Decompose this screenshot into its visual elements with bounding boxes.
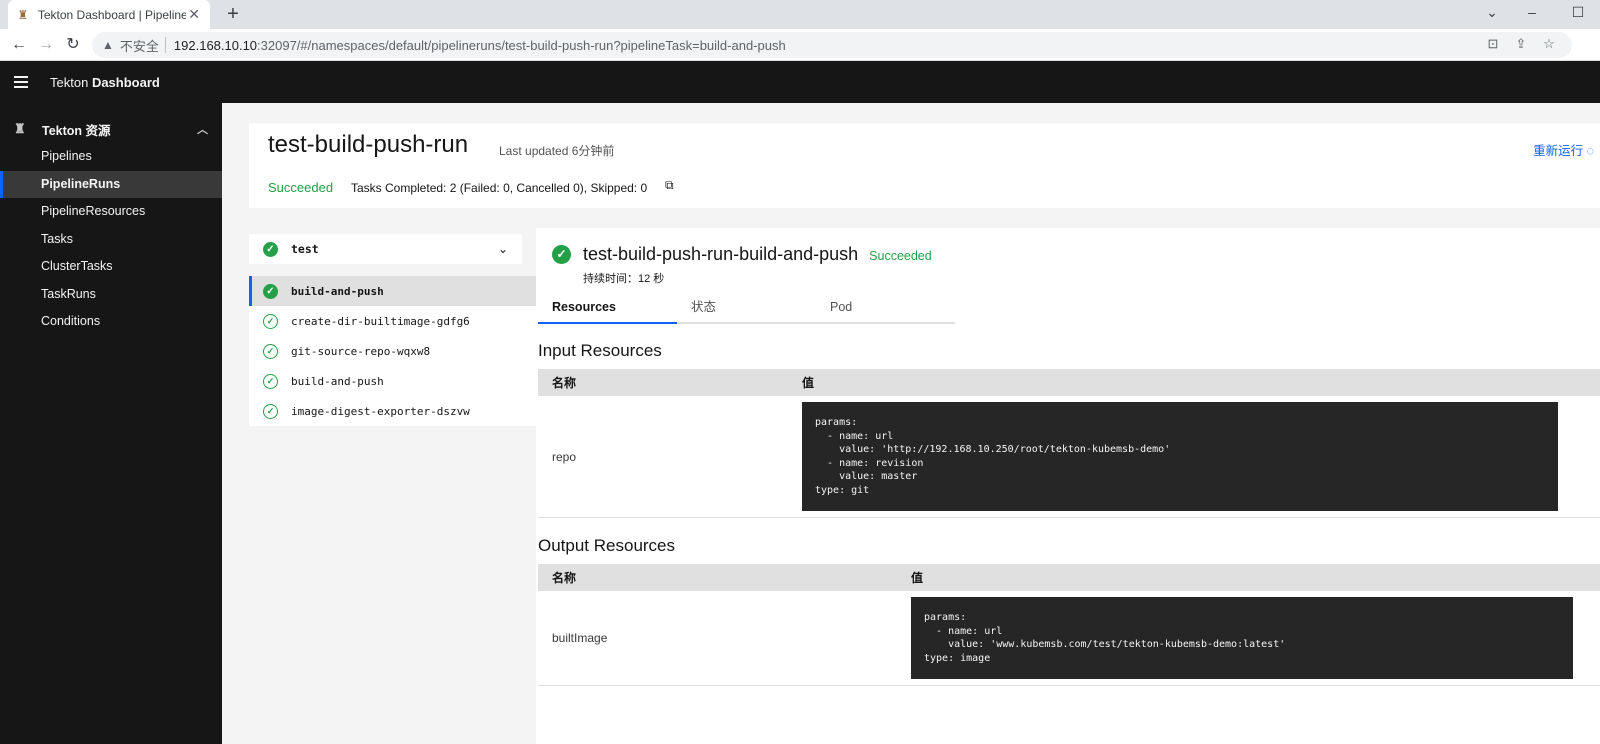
nav-group-label: Tekton 资源	[42, 123, 111, 138]
task-duration: 持续时间：12 秒	[583, 273, 665, 285]
table-row: builtImage params: - name: url value: 'w…	[538, 591, 1600, 686]
sidebar-item-pipelineruns[interactable]: PipelineRuns	[0, 170, 222, 198]
tekton-resources-icon: ♜	[14, 121, 26, 136]
step-item[interactable]: ✓ create-dir-builtimage-gdfg6	[249, 306, 536, 336]
input-resources-title: Input Resources	[538, 341, 662, 360]
task-details-title: test-build-push-run-build-and-push	[583, 244, 859, 264]
security-label[interactable]: 不安全	[120, 36, 159, 55]
resource-yaml: params: - name: url value: 'http://192.1…	[802, 402, 1558, 511]
step-label: build-and-push	[291, 284, 384, 298]
success-icon: ✓	[263, 241, 278, 257]
tab-resources[interactable]: Resources	[538, 294, 677, 324]
bookmark-star-icon[interactable]: ☆	[1540, 36, 1558, 52]
task-details: ✓ test-build-push-run-build-and-push Suc…	[536, 228, 1600, 744]
browser-tab[interactable]: ♜ Tekton Dashboard | PipelineRuns ✕	[8, 0, 210, 29]
last-updated: Last updated 6分钟前	[499, 144, 615, 158]
step-label: create-dir-builtimage-gdfg6	[291, 314, 470, 328]
column-header-name: 名称	[552, 571, 577, 585]
success-outline-icon: ✓	[263, 343, 278, 359]
app-header: Tekton Dashboard	[0, 61, 1600, 103]
sidebar-item-pipelineresources[interactable]: PipelineResources	[0, 198, 222, 226]
sidebar-item-taskruns[interactable]: TaskRuns	[0, 281, 222, 309]
browser-tab-bar: ♜ Tekton Dashboard | PipelineRuns ✕ + ⌄ …	[0, 0, 1600, 29]
tab-search-icon[interactable]: ⌄	[1482, 4, 1502, 21]
url-host: 192.168.10.10	[173, 37, 258, 53]
task-status: Succeeded	[869, 249, 932, 263]
column-header-value: 值	[911, 571, 924, 585]
run-status: Succeeded	[268, 180, 334, 195]
task-tree: ✓ test ⌄ ✓ build-and-push ✓ create-dir-b…	[249, 234, 536, 426]
step-list: ✓ build-and-push ✓ create-dir-builtimage…	[249, 276, 536, 426]
pipelinerun-header: test-build-push-run Last updated 6分钟前 重新…	[249, 123, 1600, 208]
tab-status[interactable]: 状态	[677, 294, 816, 324]
output-resources-table: 名称 值 builtImage params: - name: url valu…	[538, 564, 1600, 686]
step-label: image-digest-exporter-dszvw	[291, 404, 470, 418]
chevron-down-icon[interactable]: ⌄	[498, 242, 508, 256]
tekton-favicon-icon: ♜	[17, 7, 29, 22]
sidebar-item-conditions[interactable]: Conditions	[0, 308, 222, 336]
share-icon[interactable]: ⇪	[1512, 36, 1530, 52]
chevron-up-icon[interactable]: ︿	[197, 121, 208, 137]
success-outline-icon: ✓	[263, 403, 278, 419]
side-nav: ♜ Tekton 资源 ︿ Pipelines PipelineRuns Pip…	[0, 103, 222, 744]
sidebar-item-clustertasks[interactable]: ClusterTasks	[0, 253, 222, 281]
reload-icon[interactable]: ↻	[62, 34, 84, 56]
menu-icon[interactable]	[0, 61, 42, 103]
detail-tabs: Resources 状态 Pod	[538, 294, 955, 324]
brand-name: Tekton	[50, 74, 89, 90]
url-path: :32097/#/namespaces/default/pipelineruns…	[257, 37, 786, 53]
column-header-value: 值	[802, 376, 815, 390]
nav-group-tekton-resources[interactable]: ♜ Tekton 资源 ︿	[0, 115, 222, 143]
rerun-button[interactable]: 重新运行 ◌	[1533, 140, 1594, 159]
table-header: 名称 值	[538, 369, 1600, 396]
step-label: build-and-push	[291, 374, 384, 388]
app-title[interactable]: Tekton Dashboard	[50, 75, 160, 90]
output-resources-title: Output Resources	[538, 536, 676, 555]
success-outline-icon: ✓	[263, 373, 278, 389]
task-name: test	[291, 242, 319, 256]
step-item[interactable]: ✓ image-digest-exporter-dszvw	[249, 396, 536, 426]
column-header-name: 名称	[552, 376, 577, 390]
browser-tab-title: Tekton Dashboard | PipelineRuns	[37, 7, 187, 22]
step-label: git-source-repo-wqxw8	[291, 344, 431, 358]
translate-icon[interactable]: ⊡	[1484, 36, 1502, 52]
divider	[164, 37, 166, 53]
copy-icon[interactable]: ⧉	[665, 178, 674, 193]
success-icon: ✓	[263, 283, 278, 299]
url-text[interactable]: 192.168.10.10:32097/#/namespaces/default…	[174, 38, 786, 53]
minimize-icon[interactable]: –	[1522, 4, 1542, 20]
close-tab-icon[interactable]: ✕	[186, 6, 202, 23]
step-item[interactable]: ✓ git-source-repo-wqxw8	[249, 336, 536, 366]
new-tab-icon[interactable]: +	[222, 4, 244, 26]
sidebar-item-tasks[interactable]: Tasks	[0, 226, 222, 254]
resource-name: repo	[552, 449, 577, 464]
task-details-header: ✓ test-build-push-run-build-and-push Suc…	[552, 244, 932, 265]
maximize-icon[interactable]: ☐	[1568, 4, 1588, 21]
success-icon: ✓	[552, 245, 571, 264]
resource-name: builtImage	[552, 631, 608, 645]
table-row: repo params: - name: url value: 'http://…	[538, 396, 1600, 518]
resource-yaml: params: - name: url value: 'www.kubemsb.…	[911, 597, 1573, 679]
product-name: Dashboard	[91, 74, 160, 90]
input-resources-table: 名称 值 repo params: - name: url value: 'ht…	[538, 369, 1600, 518]
refresh-icon: ◌	[1586, 144, 1594, 158]
table-header: 名称 值	[538, 564, 1600, 591]
success-outline-icon: ✓	[263, 313, 278, 329]
back-icon[interactable]: ←	[8, 34, 30, 56]
tab-pod[interactable]: Pod	[816, 294, 955, 324]
task-tree-header[interactable]: ✓ test ⌄	[249, 234, 522, 264]
browser-toolbar: ← → ↻ ▲ 不安全 192.168.10.10:32097/#/namesp…	[0, 29, 1600, 61]
warning-icon[interactable]: ▲	[102, 38, 114, 52]
address-bar[interactable]: ▲ 不安全 192.168.10.10:32097/#/namespaces/d…	[92, 32, 1572, 58]
step-item[interactable]: ✓ build-and-push	[249, 276, 536, 306]
tasks-summary: Tasks Completed: 2 (Failed: 0, Cancelled…	[351, 181, 648, 195]
page-title: test-build-push-run	[268, 131, 469, 158]
forward-icon[interactable]: →	[35, 34, 57, 56]
main-content: test-build-push-run Last updated 6分钟前 重新…	[222, 103, 1600, 744]
step-item[interactable]: ✓ build-and-push	[249, 366, 536, 396]
sidebar-item-pipelines[interactable]: Pipelines	[0, 143, 222, 171]
rerun-label: 重新运行	[1533, 144, 1584, 158]
